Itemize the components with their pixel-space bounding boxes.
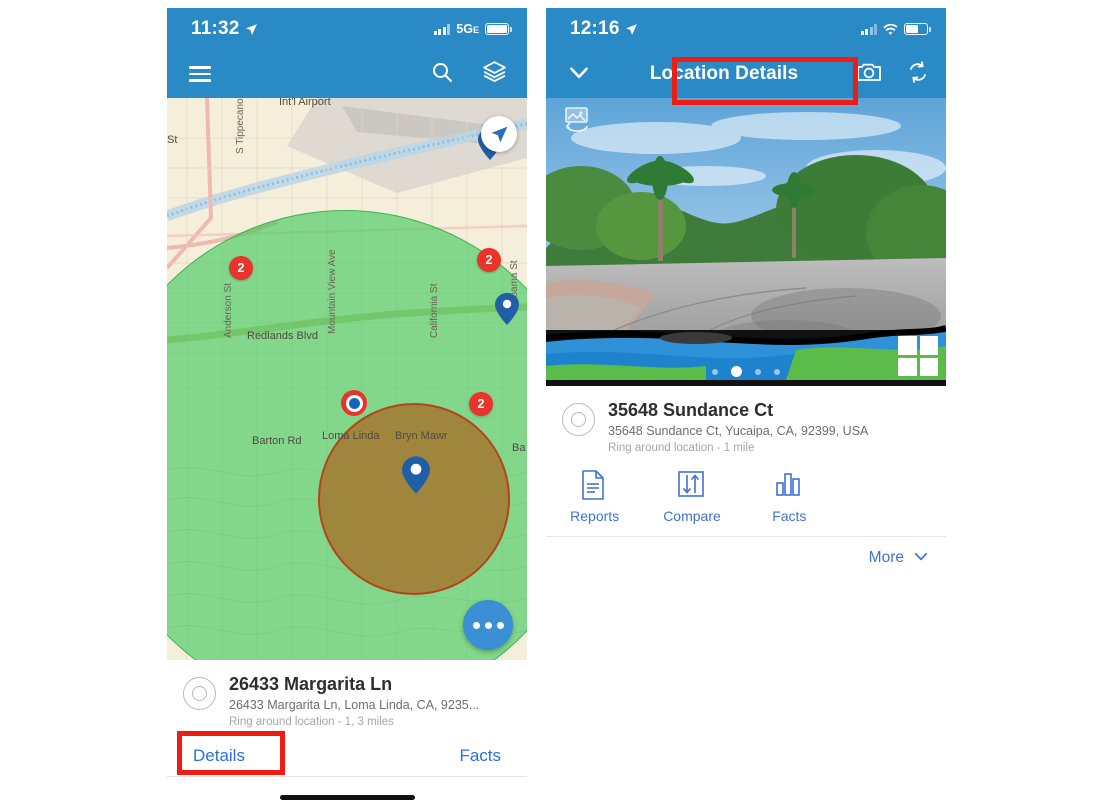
map-label: Int'l Airport: [279, 98, 331, 108]
home-indicator: [279, 794, 415, 800]
chevron-down-icon: [912, 547, 930, 570]
map-label: S Tippecanoe Ave: [235, 98, 246, 154]
page-dot-active[interactable]: [731, 366, 742, 377]
action-label: Compare: [663, 507, 721, 524]
map-label: Anderson St: [223, 282, 234, 338]
location-arrow-icon: [245, 23, 258, 36]
location-ring-icon: [183, 677, 216, 710]
grid-view-icon[interactable]: [898, 336, 938, 376]
right-app-bar: Location Details: [546, 50, 946, 98]
page-title: Location Details: [649, 63, 799, 84]
report-document-icon: [580, 469, 610, 502]
map-label: Bryn Mawr: [395, 430, 448, 442]
cellular-signal-icon: [860, 23, 877, 35]
page-dot[interactable]: [755, 368, 761, 375]
left-status-bar: 11:32 5GE: [167, 8, 527, 50]
map-label: Redlands Blvd: [247, 330, 318, 342]
location-title: 26433 Margarita Ln: [229, 674, 393, 694]
hamburger-menu-icon[interactable]: [189, 62, 211, 85]
location-subtitle: Ring around location - 1, 3 miles: [229, 715, 394, 728]
left-location-card[interactable]: 26433 Margarita Ln 26433 Margarita Ln, L…: [167, 660, 527, 738]
map-view[interactable]: Int'l Airport St S Tippecanoe Ave Redlan…: [167, 98, 527, 660]
battery-half-icon: [904, 23, 931, 35]
location-address: 35648 Sundance Ct, Yucaipa, CA, 92399, U…: [608, 424, 869, 439]
battery-full-icon: [485, 23, 512, 35]
camera-icon[interactable]: [856, 61, 882, 88]
action-label: Facts: [772, 507, 807, 524]
action-compare[interactable]: Compare: [643, 470, 740, 524]
location-arrow-icon: [625, 23, 638, 36]
selected-location-marker[interactable]: [341, 390, 367, 416]
page-dot[interactable]: [712, 368, 718, 375]
status-time: 11:32: [191, 18, 240, 39]
more-row[interactable]: More: [546, 535, 946, 578]
location-title: 35648 Sundance Ct: [608, 400, 774, 420]
map-pin-selected[interactable]: [402, 456, 430, 494]
network-label: 5GE: [456, 22, 479, 36]
right-status-bar: 12:16: [546, 8, 946, 50]
right-phone-screen: 12:16 Location Details 35648 Sundance Ct…: [546, 8, 946, 578]
right-location-card[interactable]: 35648 Sundance Ct 35648 Sundance Ct, Yuc…: [546, 386, 946, 464]
cluster-badge[interactable]: 2: [477, 248, 501, 272]
panorama-image: [546, 98, 946, 386]
action-reports[interactable]: Reports: [546, 469, 643, 524]
map-label: Barton Rd: [252, 435, 302, 447]
location-address: 26433 Margarita Ln, Loma Linda, CA, 9235…: [229, 698, 480, 713]
more-options-fab[interactable]: [463, 600, 513, 650]
left-phone-screen: 11:32 5GE Int'l Airport St S Tippecanoe …: [167, 8, 527, 807]
cluster-badge[interactable]: 2: [229, 256, 253, 280]
location-subtitle: Ring around location - 1 mile: [608, 441, 755, 454]
left-app-bar: [167, 50, 527, 98]
street-view-panorama[interactable]: [546, 98, 946, 386]
quick-actions-row: Reports Compare Facts: [546, 463, 946, 536]
map-label: Mountain View Ave: [327, 249, 338, 334]
map-label: California St: [429, 283, 440, 338]
panorama-page-dots[interactable]: [546, 366, 946, 377]
map-label: Loma Linda: [322, 430, 380, 442]
chevron-down-icon[interactable]: [566, 59, 592, 90]
tab-details[interactable]: Details: [193, 746, 245, 766]
divider: [167, 775, 527, 777]
more-label: More: [868, 549, 904, 567]
actions-spacer: [838, 470, 946, 524]
action-label: Reports: [570, 507, 620, 524]
panorama-360-icon[interactable]: [562, 104, 592, 134]
left-bottom-tab-bar: Details Facts: [167, 737, 527, 776]
map-pin[interactable]: [495, 293, 519, 325]
status-time: 12:16: [570, 18, 620, 39]
cluster-badge[interactable]: 2: [469, 392, 493, 416]
search-icon[interactable]: [430, 60, 454, 89]
page-dot[interactable]: [774, 368, 780, 375]
map-label: Ba: [512, 442, 526, 454]
cellular-signal-icon: [433, 23, 451, 35]
my-location-icon[interactable]: [481, 116, 517, 152]
bar-chart-icon: [774, 470, 804, 502]
location-ring-icon: [562, 403, 595, 436]
screenshot-canvas: 11:32 5GE Int'l Airport St S Tippecanoe …: [0, 0, 1110, 807]
map-layers-icon[interactable]: [482, 59, 507, 89]
map-label: St: [167, 134, 178, 146]
tab-facts[interactable]: Facts: [459, 746, 501, 766]
refresh-sync-icon[interactable]: [906, 60, 930, 89]
action-facts[interactable]: Facts: [741, 470, 838, 524]
compare-arrows-icon: [677, 470, 707, 502]
wifi-icon: [883, 23, 898, 35]
